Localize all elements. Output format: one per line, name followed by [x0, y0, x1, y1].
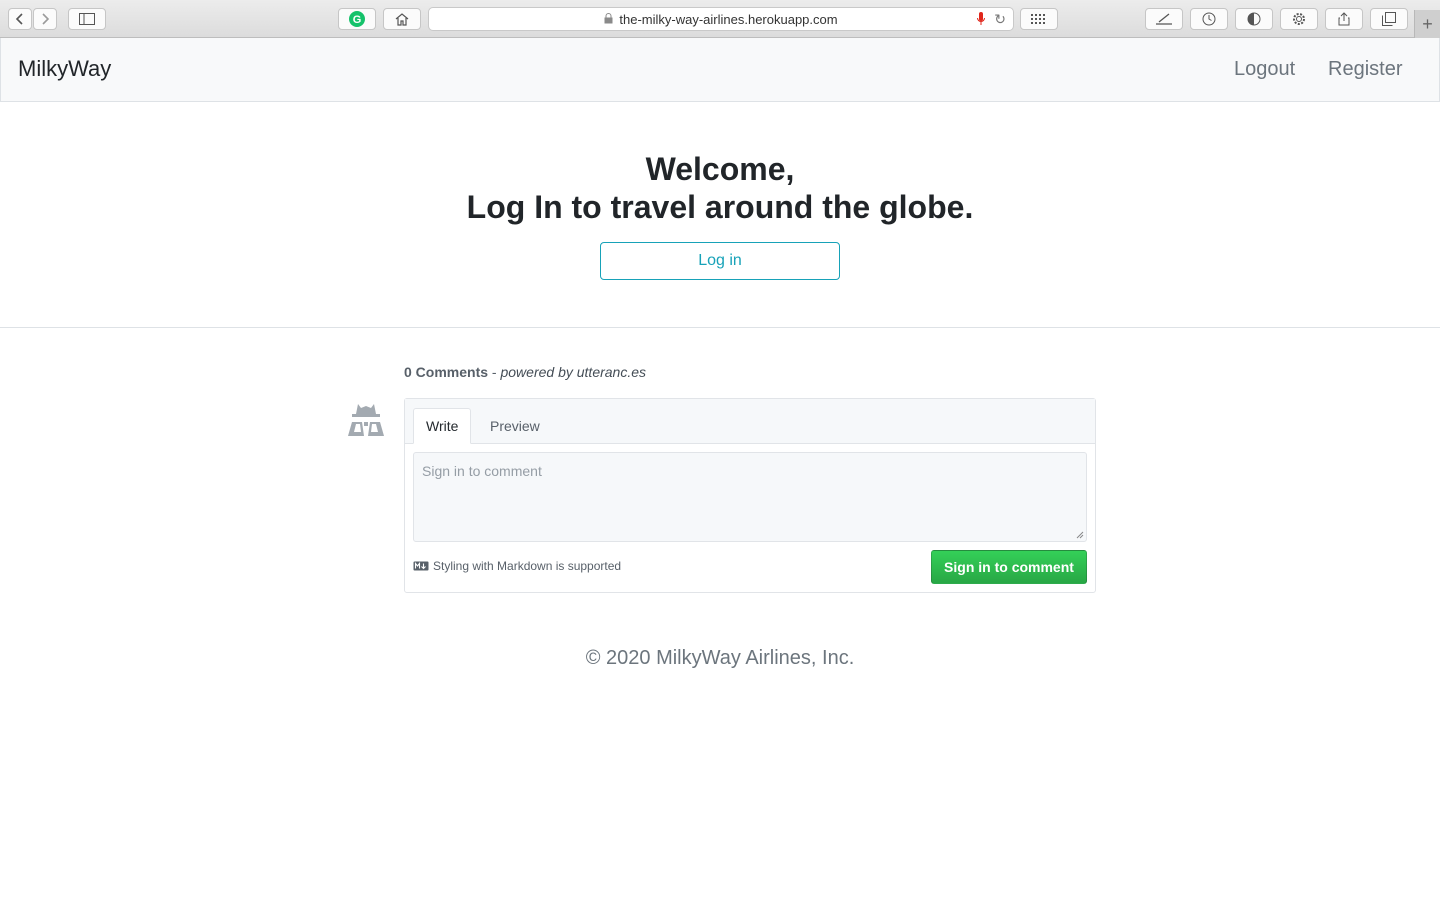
address-bar[interactable]: the-milky-way-airlines.herokuapp.com ↻ [428, 7, 1014, 31]
tagline-line: Log In to travel around the globe. [466, 189, 974, 225]
sign-in-to-comment-button[interactable]: Sign in to comment [931, 550, 1087, 584]
forward-icon[interactable] [33, 8, 57, 30]
share-icon[interactable] [1325, 8, 1363, 30]
comments-count-label: 0 Comments [404, 364, 489, 380]
home-icon[interactable] [383, 8, 421, 30]
new-tab-icon[interactable]: + [1414, 10, 1440, 38]
register-link[interactable]: Register [1328, 58, 1402, 81]
markdown-note-label: Styling with Markdown is supported [433, 559, 622, 573]
footer-copyright: © 2020 MilkyWay Airlines, Inc. [585, 647, 855, 669]
powered-by-link[interactable]: powered by utteranc.es [500, 364, 646, 380]
logout-link[interactable]: Logout [1234, 58, 1295, 81]
comment-textarea[interactable]: Sign in to comment [413, 452, 1087, 542]
settings-icon[interactable] [1280, 8, 1318, 30]
login-button[interactable]: Log in [600, 242, 840, 280]
grammarly-icon[interactable]: G [338, 8, 376, 30]
comments-separator: - [488, 364, 501, 380]
comment-placeholder: Sign in to comment [422, 463, 542, 479]
grid-icon[interactable] [1020, 8, 1058, 30]
history-icon[interactable] [1190, 8, 1228, 30]
annotate-icon[interactable] [1145, 8, 1183, 30]
brand-logo[interactable]: MilkyWay [18, 56, 111, 82]
markdown-note[interactable]: Styling with Markdown is supported [413, 559, 621, 573]
svg-text:G: G [353, 14, 362, 26]
reload-icon[interactable]: ↻ [994, 11, 1006, 28]
shield-icon[interactable] [1235, 8, 1273, 30]
site-navbar: MilkyWay Logout Register [0, 38, 1440, 102]
back-icon[interactable] [8, 8, 32, 30]
lock-icon [604, 12, 613, 27]
anonymous-avatar-icon [346, 402, 386, 438]
markdown-icon [413, 561, 429, 571]
sidebar-icon[interactable] [68, 8, 106, 30]
microphone-icon[interactable] [977, 12, 985, 29]
tab-preview[interactable]: Preview [478, 408, 552, 444]
tab-write[interactable]: Write [413, 408, 472, 444]
section-divider [0, 327, 1440, 328]
tabs-icon[interactable] [1370, 8, 1408, 30]
browser-toolbar: G the-milky-way-airlines.herokuapp.com ↻… [0, 0, 1440, 38]
welcome-line: Welcome, [645, 151, 795, 187]
hero-section: Welcome, Log In to travel around the glo… [0, 150, 1440, 226]
welcome-heading: Welcome, Log In to travel around the glo… [0, 150, 1440, 226]
resize-handle-icon[interactable] [1076, 531, 1084, 539]
comments-count: 0 Comments - powered by utteranc.es [404, 364, 646, 380]
comment-tabs: Write Preview [405, 399, 1095, 444]
comment-box: Write Preview Sign in to comment Styling… [404, 398, 1096, 593]
url-text: the-milky-way-airlines.herokuapp.com [619, 11, 838, 27]
